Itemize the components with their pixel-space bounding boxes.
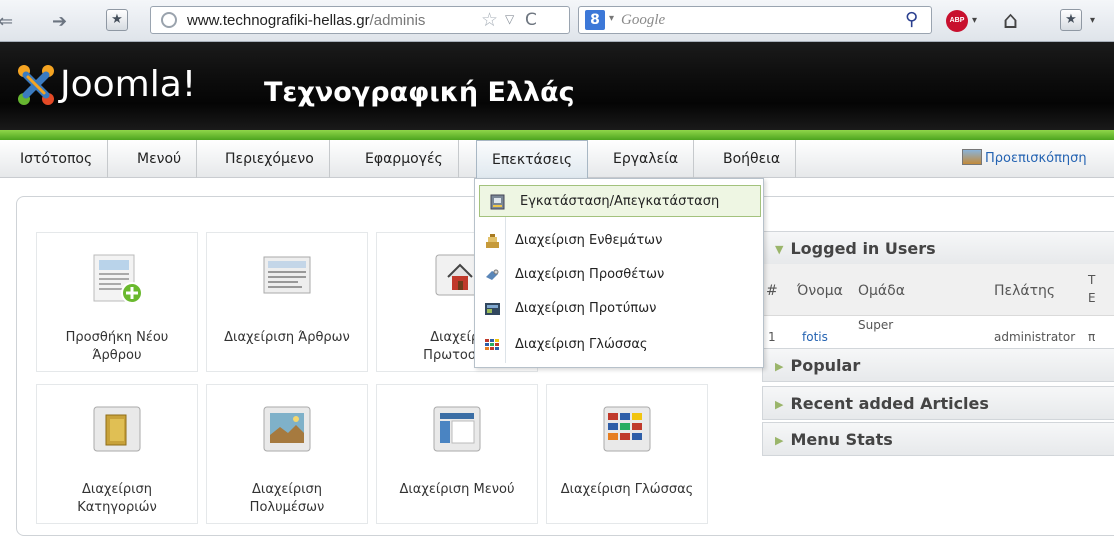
pane-menu-stats[interactable]: ▶ Menu Stats <box>762 422 1114 456</box>
extensions-dropdown: Εγκατάσταση/Απεγκατάσταση Διαχείριση Ενθ… <box>474 178 764 368</box>
chevron-right-icon: ▶ <box>775 434 784 447</box>
pane-logged-in-users[interactable]: ▼ Logged in Users <box>762 231 1114 265</box>
forward-arrow-icon[interactable]: ➔ <box>52 11 67 32</box>
plugins-icon <box>486 269 499 280</box>
joomla-logo-icon <box>18 65 54 105</box>
quick-icon-label: Διαχείριση Γλώσσας <box>560 482 694 497</box>
page-title: Τεχνογραφική Ελλάς <box>264 77 575 108</box>
dropdown-item-plugins[interactable]: Διαχείριση Προσθέτων <box>475 259 763 291</box>
chevron-right-icon: ▶ <box>775 398 784 411</box>
reload-icon[interactable]: C <box>525 10 537 30</box>
search-bar[interactable]: 8 ▾ Google ⚲ <box>578 6 932 34</box>
logged-in-users-table: # Όνομα Ομάδα Πελάτης Τ Ε 1 fotis Super … <box>762 264 1114 344</box>
menu-help[interactable]: Βοήθεια <box>708 140 797 178</box>
col-client: Πελάτης <box>994 283 1056 299</box>
user-link[interactable]: fotis <box>802 330 828 344</box>
browser-toolbar: ⇐ ➔ ★ www.technografiki-hellas.gr/admini… <box>0 0 1114 42</box>
row-group: Super <box>858 318 894 332</box>
col-number: # <box>766 283 778 299</box>
chevron-down-icon[interactable]: ▾ <box>609 13 614 24</box>
chevron-down-icon: ▼ <box>775 243 784 256</box>
address-bar[interactable]: www.technografiki-hellas.gr/adminis ☆ ▽ … <box>150 6 570 34</box>
table-header: # Όνομα Ομάδα Πελάτης Τ Ε <box>762 264 1114 316</box>
quick-icon-label: Προσθήκη Νέου Άρθρου <box>65 330 169 363</box>
url-text[interactable]: www.technografiki-hellas.gr/adminis <box>187 12 425 29</box>
templates-icon <box>485 303 500 315</box>
back-arrow-icon[interactable]: ⇐ <box>0 11 13 32</box>
chevron-down-icon[interactable]: ▽ <box>505 12 514 26</box>
pane-popular[interactable]: ▶ Popular <box>762 348 1114 382</box>
col-extra: Τ <box>1088 273 1096 287</box>
globe-icon <box>161 12 177 28</box>
quick-icon-media[interactable]: Διαχείριση Πολυμέσων <box>206 384 368 524</box>
quick-icon-label: Διαχείριση Κατηγοριών <box>77 482 157 515</box>
categories-icon <box>93 406 141 452</box>
menu-content[interactable]: Περιεχόμενο <box>210 140 330 178</box>
accent-strip <box>0 130 1114 140</box>
url-domain: www.technografiki-hellas.gr <box>187 12 370 29</box>
row-extra: π <box>1088 330 1096 344</box>
dropdown-item-templates[interactable]: Διαχείριση Προτύπων <box>475 293 763 325</box>
google-icon[interactable]: 8 <box>585 10 605 30</box>
quick-icon-categories[interactable]: Διαχείριση Κατηγοριών <box>36 384 198 524</box>
col-group: Ομάδα <box>858 283 905 299</box>
language-icon <box>485 339 499 350</box>
quick-icon-label: Διαχείριση Μενού <box>399 482 515 497</box>
menu-site[interactable]: Ιστότοπος <box>0 140 109 178</box>
preview-label: Προεπισκόπηση <box>985 151 1087 166</box>
dropdown-item-modules[interactable]: Διαχείριση Ενθεμάτων <box>475 225 763 257</box>
modules-icon <box>486 234 499 248</box>
table-row: 1 fotis Super administrator π <box>762 316 1114 344</box>
url-path: /adminis <box>369 12 426 29</box>
search-input[interactable]: Google <box>621 12 665 29</box>
menu-components[interactable]: Εφαρμογές <box>350 140 459 178</box>
menu-menus[interactable]: Μενού <box>122 140 198 178</box>
pane-recent-articles[interactable]: ▶ Recent added Articles <box>762 386 1114 420</box>
row-number: 1 <box>768 330 776 344</box>
chevron-down-icon[interactable]: ▾ <box>1090 15 1095 26</box>
bookmark-icon[interactable]: ★ <box>106 9 128 31</box>
home-icon[interactable]: ⌂ <box>1003 6 1018 34</box>
quick-icon-add-article[interactable]: Προσθήκη Νέου Άρθρου <box>36 232 198 372</box>
search-icon[interactable]: ⚲ <box>905 9 918 30</box>
row-client: administrator <box>994 330 1076 344</box>
dropdown-item-language[interactable]: Διαχείριση Γλώσσας <box>475 329 763 361</box>
admin-menu-bar: Ιστότοπος Μενού Περιεχόμενο Εφαρμογές Επ… <box>0 140 1114 179</box>
add-article-icon <box>93 254 143 304</box>
menu-manager-icon <box>433 406 481 452</box>
quick-icon-language-manager[interactable]: Διαχείριση Γλώσσας <box>546 384 708 524</box>
chevron-down-icon[interactable]: ▾ <box>972 15 977 26</box>
quick-icon-articles[interactable]: Διαχείριση Άρθρων <box>206 232 368 372</box>
quick-icon-label: Διαχείριση Πολυμέσων <box>249 482 325 515</box>
preview-icon <box>962 149 982 165</box>
col-extra-2: Ε <box>1088 291 1096 305</box>
star-icon[interactable]: ☆ <box>481 9 498 31</box>
preview-link[interactable]: Προεπισκόπηση <box>962 149 1087 166</box>
install-icon <box>490 194 505 210</box>
media-icon <box>263 406 311 452</box>
articles-icon <box>263 256 311 294</box>
bookmark-icon[interactable]: ★ <box>1060 9 1082 31</box>
language-manager-icon <box>603 406 651 452</box>
logo-text: Joomla! <box>60 64 197 105</box>
menu-extensions[interactable]: Επεκτάσεις <box>476 140 589 179</box>
menu-tools[interactable]: Εργαλεία <box>598 140 695 178</box>
quick-icon-label: Διαχείριση Άρθρων <box>224 330 350 345</box>
quick-icon-menu-manager[interactable]: Διαχείριση Μενού <box>376 384 538 524</box>
dropdown-item-install[interactable]: Εγκατάσταση/Απεγκατάσταση <box>479 185 761 217</box>
col-name: Όνομα <box>797 283 843 299</box>
adblock-icon[interactable]: ABP <box>946 10 968 32</box>
chevron-right-icon: ▶ <box>775 360 784 373</box>
